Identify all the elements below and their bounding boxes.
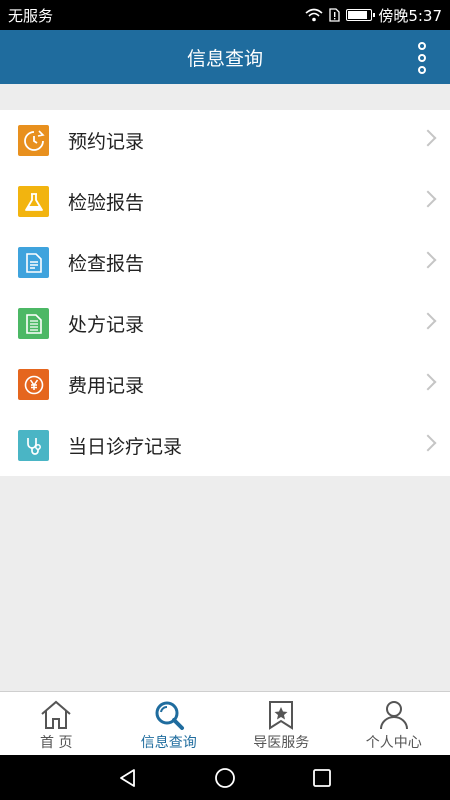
battery-fill [348, 11, 367, 19]
menu-item-label: 当日诊疗记录 [68, 436, 183, 458]
bottom-tab-bar: 首 页 信息查询 导医服务 个人中心 [0, 691, 450, 755]
chevron-right-icon [419, 251, 437, 269]
chevron-right-icon [419, 373, 437, 391]
tab-label: 信息查询 [140, 735, 197, 751]
menu-item-expense[interactable]: 费用记录 [0, 354, 450, 415]
menu-item-lab-report[interactable]: 检验报告 [0, 171, 450, 232]
carrier-text: 无服务 [8, 6, 54, 25]
chevron-right-icon [419, 312, 437, 330]
prescription-icon [18, 308, 49, 339]
menu-item-label: 检查报告 [68, 253, 145, 275]
sim-alert-icon [329, 8, 340, 22]
query-menu-list: 预约记录 检验报告 检查报告 处方记录 费用记录 当日诊疗记录 [0, 110, 450, 476]
menu-item-label: 费用记录 [68, 375, 145, 397]
recents-button[interactable] [307, 763, 337, 793]
menu-item-label: 检验报告 [68, 192, 145, 214]
back-button[interactable] [113, 763, 143, 793]
chevron-right-icon [419, 434, 437, 452]
chevron-right-icon [419, 129, 437, 147]
bookmark-star-icon [269, 701, 294, 730]
page-title: 信息查询 [186, 47, 263, 70]
app-bar: 信息查询 [0, 30, 450, 84]
document-icon [18, 247, 49, 278]
more-dot-icon [418, 42, 426, 50]
menu-item-today-treatment[interactable]: 当日诊疗记录 [0, 415, 450, 476]
menu-item-label: 预约记录 [68, 131, 145, 153]
yen-icon [18, 369, 49, 400]
menu-item-appointment[interactable]: 预约记录 [0, 110, 450, 171]
tab-label: 个人中心 [365, 735, 422, 751]
status-bar: 无服务 傍晚5:37 [0, 0, 450, 30]
menu-item-label: 处方记录 [68, 314, 145, 336]
user-icon [379, 701, 408, 730]
wifi-icon [305, 8, 323, 22]
back-triangle-icon [120, 768, 136, 787]
system-nav-bar [0, 755, 450, 800]
flask-icon [18, 186, 49, 217]
stethoscope-icon [18, 430, 49, 461]
more-options-button[interactable] [414, 42, 430, 74]
tab-info-query[interactable]: 信息查询 [113, 692, 226, 755]
menu-item-prescription[interactable]: 处方记录 [0, 293, 450, 354]
more-dot-icon [418, 66, 426, 74]
home-nav-button[interactable] [210, 763, 240, 793]
tab-personal-center[interactable]: 个人中心 [338, 692, 450, 755]
clock-text: 傍晚5:37 [378, 6, 442, 25]
chevron-right-icon [419, 190, 437, 208]
search-icon [155, 701, 184, 730]
battery-icon [346, 9, 376, 21]
home-circle-icon [215, 767, 235, 788]
recents-square-icon [312, 768, 331, 787]
tab-home[interactable]: 首 页 [0, 692, 113, 755]
tab-label: 导医服务 [253, 735, 310, 751]
clock-refresh-icon [18, 125, 49, 156]
tab-label: 首 页 [40, 735, 73, 751]
tab-guide-service[interactable]: 导医服务 [225, 692, 338, 755]
home-icon [41, 700, 71, 729]
status-right: 傍晚5:37 [305, 5, 442, 26]
more-dot-icon [418, 54, 426, 62]
menu-item-exam-report[interactable]: 检查报告 [0, 232, 450, 293]
